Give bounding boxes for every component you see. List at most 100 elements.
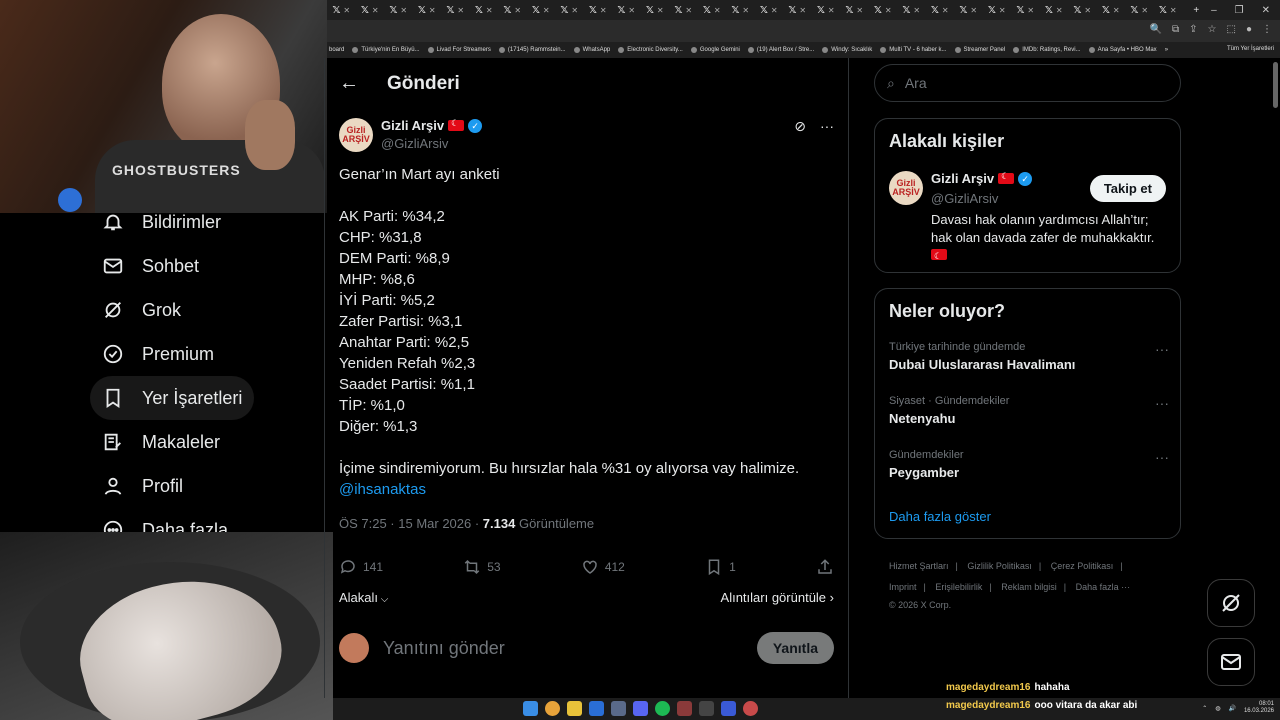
folder-icon[interactable] [567, 701, 582, 716]
close-icon[interactable]: ✕ [799, 6, 806, 15]
nav-item-sohbet[interactable]: Sohbet [90, 244, 211, 288]
browser-tab[interactable]: 𝕏 ✕ [926, 0, 955, 20]
menu-icon[interactable]: ⋮ [1262, 24, 1272, 35]
browser-tab[interactable]: 𝕏 ✕ [954, 0, 983, 20]
close-icon[interactable]: ✕ [628, 6, 635, 15]
browser-tab[interactable]: 𝕏 ✕ [869, 0, 898, 20]
browser-tab[interactable]: 𝕏 ✕ [470, 0, 499, 20]
close-icon[interactable]: ✕ [942, 6, 949, 15]
minimize-icon[interactable]: – [1211, 5, 1217, 16]
app-icon[interactable] [677, 701, 692, 716]
bookmark-item[interactable]: Livad For Streamers [427, 47, 491, 53]
bookmark-item[interactable]: Multi TV - 6 haber k... [880, 47, 947, 53]
steam-icon[interactable] [611, 701, 626, 716]
browser-tab[interactable]: 𝕏 ✕ [1040, 0, 1069, 20]
browser-tab[interactable]: 𝕏 ✕ [726, 0, 755, 20]
nav-item-bildirimler[interactable]: Bildirimler [90, 200, 233, 244]
close-icon[interactable]: ✕ [1141, 6, 1148, 15]
view-quotes-link[interactable]: Alıntıları görüntüle › [721, 590, 834, 605]
related-name[interactable]: Gizli Arşiv [931, 171, 994, 186]
browser-tab[interactable]: 𝕏 ✕ [897, 0, 926, 20]
clock[interactable]: 08:01 16.03.2026 [1244, 701, 1274, 715]
more-options-icon[interactable]: ··· [820, 118, 834, 135]
close-icon[interactable]: ✕ [999, 6, 1006, 15]
app-icon[interactable] [743, 701, 758, 716]
close-icon[interactable]: ✕ [571, 6, 578, 15]
more-options-icon[interactable]: ··· [1155, 341, 1169, 357]
bookmark-item[interactable]: WhatsApp [573, 47, 610, 53]
close-icon[interactable]: ✕ [742, 6, 749, 15]
close-icon[interactable]: ✕ [372, 6, 379, 15]
browser-tab[interactable]: 𝕏 ✕ [755, 0, 784, 20]
browser-tab[interactable]: 𝕏 ✕ [527, 0, 556, 20]
close-icon[interactable]: ✕ [1027, 6, 1034, 15]
mention-link[interactable]: @ihsanaktas [339, 479, 839, 500]
browser-tab[interactable]: 𝕏 ✕ [1125, 0, 1154, 20]
nav-item-yer-i̇şaretleri[interactable]: Yer İşaretleri [90, 376, 255, 420]
related-avatar[interactable]: Gizli ARŞİV [889, 171, 923, 205]
footer-link[interactable]: Daha fazla ··· [1076, 582, 1131, 592]
post-timestamp[interactable]: ÖS 7:25 · 15 Mar 2026 · [339, 516, 483, 531]
search-input[interactable]: ⌕ Ara [874, 64, 1181, 102]
browser-tab[interactable]: 𝕏 ✕ [498, 0, 527, 20]
user-avatar[interactable] [339, 633, 369, 663]
bookmark-item[interactable]: (17145) Rammstein... [498, 47, 566, 53]
repost-button[interactable]: 53 [463, 558, 501, 576]
close-icon[interactable]: ✕ [543, 6, 550, 15]
close-icon[interactable]: ✕ [714, 6, 721, 15]
close-icon[interactable]: ✕ [1056, 6, 1063, 15]
close-icon[interactable]: ✕ [828, 6, 835, 15]
footer-link[interactable]: Imprint [889, 582, 917, 592]
discord-icon[interactable] [633, 701, 648, 716]
close-icon[interactable]: ✕ [429, 6, 436, 15]
more-options-icon[interactable]: ··· [1155, 449, 1169, 465]
maximize-icon[interactable]: ❐ [1235, 5, 1244, 16]
close-icon[interactable]: ✕ [343, 6, 350, 15]
cast-icon[interactable]: ⧉ [1172, 24, 1179, 35]
browser-tab[interactable]: 𝕏 ✕ [441, 0, 470, 20]
grok-floating-button[interactable] [1207, 579, 1255, 627]
bookmark-item[interactable]: Türkiye'nin En Büyü... [352, 47, 420, 53]
reply-submit-button[interactable]: Yanıtla [756, 632, 834, 664]
bookmark-item[interactable]: IMDb: Ratings, Revi... [1013, 47, 1081, 53]
bookmark-item[interactable]: board [329, 47, 344, 53]
close-icon[interactable]: ✕ [771, 6, 778, 15]
browser-tab[interactable]: 𝕏 ✕ [356, 0, 385, 20]
bookmark-item[interactable]: Google Gemini [690, 47, 740, 53]
network-icon[interactable]: ◍ [1215, 705, 1220, 712]
browser-tab[interactable]: 𝕏 ✕ [840, 0, 869, 20]
author-handle[interactable]: @GizliArsiv [381, 136, 482, 151]
close-icon[interactable]: ✕ [400, 6, 407, 15]
close-icon[interactable]: ✕ [856, 6, 863, 15]
scrollbar[interactable] [1273, 62, 1278, 108]
browser-tab[interactable]: 𝕏 ✕ [555, 0, 584, 20]
bookmark-item[interactable]: (19) Alert Box / Stre... [747, 47, 814, 53]
footer-link[interactable]: Reklam bilgisi [1001, 582, 1057, 592]
browser-tab[interactable]: 𝕏 ✕ [1068, 0, 1097, 20]
close-icon[interactable]: ✕ [685, 6, 692, 15]
show-more-link[interactable]: Daha fazla göster [889, 509, 991, 524]
close-window-icon[interactable]: ✕ [1262, 5, 1270, 16]
author-name[interactable]: Gizli Arşiv [381, 118, 444, 133]
browser-tab[interactable]: 𝕏 ✕ [783, 0, 812, 20]
trend-item[interactable]: Siyaset · Gündemdekiler Netenyahu ··· [889, 395, 1169, 426]
browser-tab[interactable]: 𝕏 ✕ [641, 0, 670, 20]
close-icon[interactable]: ✕ [514, 6, 521, 15]
nav-item-makaleler[interactable]: Makaleler [90, 420, 232, 464]
new-tab-button[interactable]: + [1182, 0, 1211, 20]
bookmark-item[interactable]: Electronic Diversity... [618, 47, 683, 53]
browser-tab[interactable]: 𝕏 ✕ [384, 0, 413, 20]
browser-address-bar[interactable]: 🔍 ⧉ ⇪ ☆ ⬚ ● ⋮ [327, 20, 1280, 42]
browser-tab[interactable]: 𝕏 ✕ [983, 0, 1012, 20]
extensions-icon[interactable]: ⬚ [1227, 24, 1236, 35]
browser-tab[interactable]: 𝕏 ✕ [1154, 0, 1183, 20]
volume-icon[interactable]: 🔊 [1228, 705, 1235, 712]
close-icon[interactable]: ✕ [1084, 6, 1091, 15]
bookmark-button[interactable]: 1 [705, 558, 736, 576]
close-icon[interactable]: ✕ [657, 6, 664, 15]
bookmarks-overflow[interactable]: » [1165, 47, 1168, 53]
browser-tab[interactable]: 𝕏 ✕ [584, 0, 613, 20]
app-icon[interactable] [589, 701, 604, 716]
close-icon[interactable]: ✕ [885, 6, 892, 15]
app-icon[interactable] [721, 701, 736, 716]
